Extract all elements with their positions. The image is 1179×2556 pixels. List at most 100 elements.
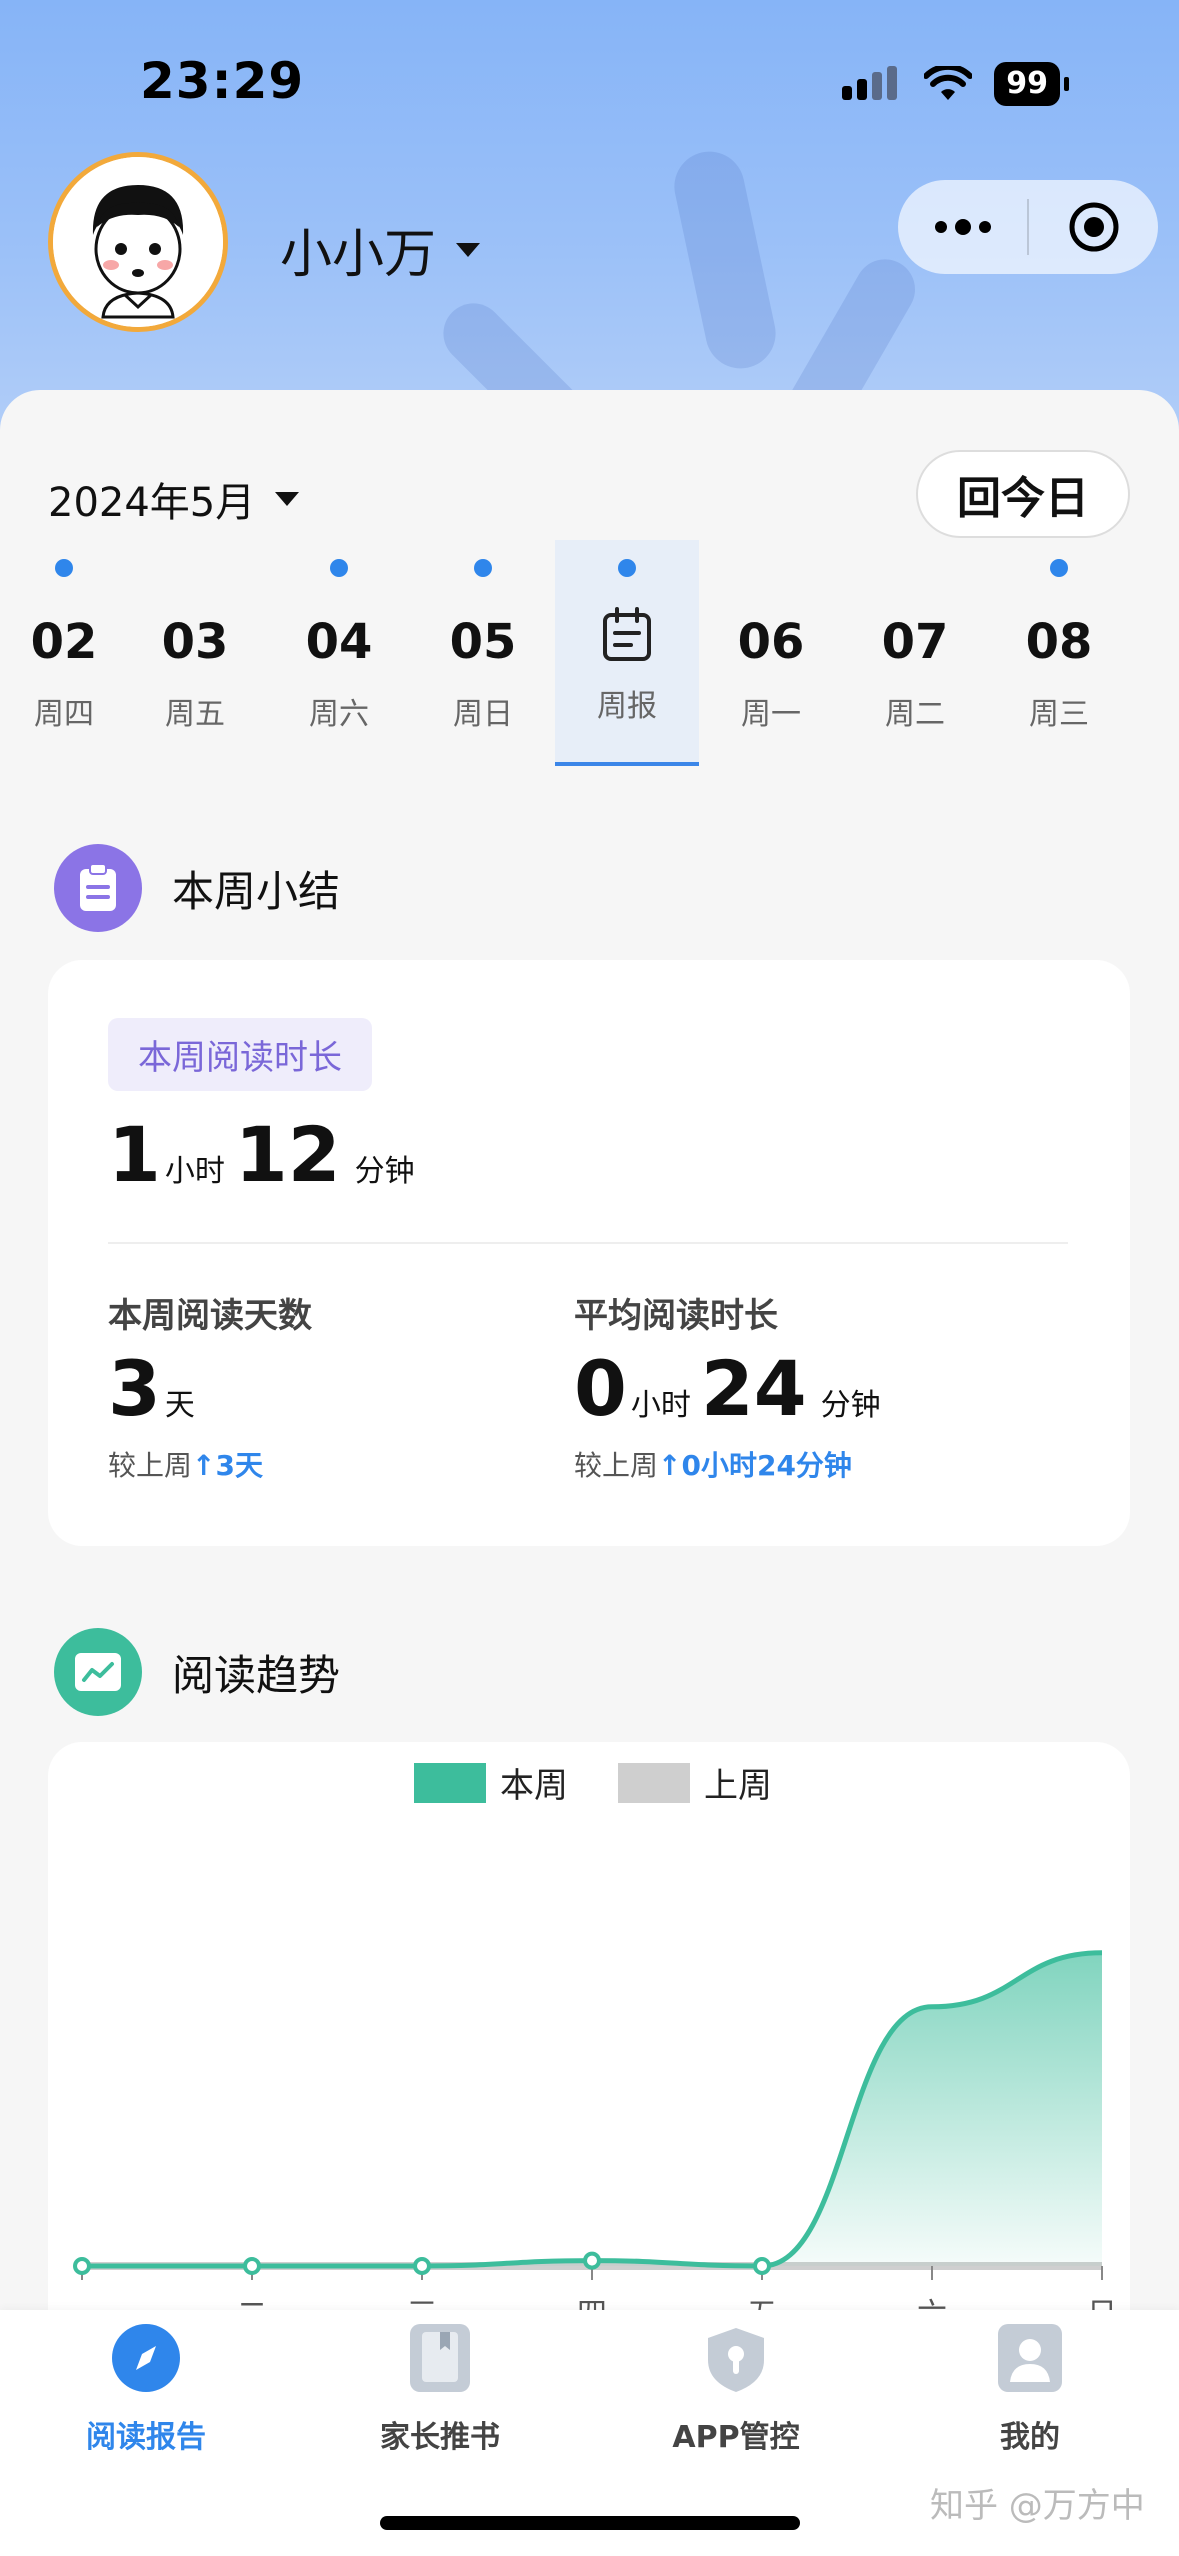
- avg-hours-unit: 小时: [630, 1388, 691, 1423]
- day-weekday: 周日: [453, 697, 513, 732]
- days-compare: 较上周↑3天: [108, 1444, 263, 1484]
- trend-chart-icon: [54, 1628, 142, 1716]
- battery-tip: [1064, 77, 1069, 91]
- has-record-dot: [474, 559, 492, 577]
- has-record-dot: [618, 559, 636, 577]
- avg-reading-label: 平均阅读时长: [574, 1296, 778, 1336]
- day-number: 04: [305, 614, 373, 670]
- day-item[interactable]: 03 周五: [123, 540, 267, 762]
- reading-days: 3 天: [108, 1344, 205, 1433]
- data-point: [413, 2257, 431, 2275]
- hours-unit: 小时: [164, 1154, 225, 1189]
- total-hours: 1: [108, 1110, 161, 1199]
- day-weekday: 周二: [885, 697, 945, 732]
- compass-icon: [112, 2324, 180, 2392]
- trend-chart-card: 本周 上周 一二三四五六日: [48, 1742, 1130, 2342]
- day-weekday: 周六: [309, 697, 369, 732]
- tab-mine[interactable]: 我的: [910, 2324, 1150, 2456]
- child-avatar-icon: [53, 157, 223, 327]
- has-record-dot: [330, 559, 348, 577]
- series-area-this-week: [82, 1952, 1102, 2266]
- avg-minutes: 24: [700, 1344, 807, 1433]
- day-weekday: 周一: [741, 697, 801, 732]
- has-record-dot: [1050, 559, 1068, 577]
- more-button[interactable]: [898, 180, 1027, 274]
- day-weekday: 周四: [34, 697, 94, 732]
- today-button[interactable]: 回今日: [916, 450, 1130, 538]
- avg-hours: 0: [574, 1344, 627, 1433]
- trend-header: 阅读趋势: [54, 1628, 340, 1716]
- day-item[interactable]: 08 周三: [987, 540, 1131, 762]
- day-weekday: 周三: [1029, 697, 1089, 732]
- reading-days-label: 本周阅读天数: [108, 1296, 312, 1336]
- trend-title: 阅读趋势: [172, 1650, 341, 1700]
- avg-minutes-unit: 分钟: [820, 1388, 881, 1423]
- battery-icon: 99: [994, 62, 1060, 106]
- day-item[interactable]: 04 周六: [267, 540, 411, 762]
- wifi-icon: [924, 66, 973, 100]
- day-number: 08: [1025, 614, 1093, 670]
- day-item[interactable]: 02 周四: [0, 540, 136, 762]
- target-icon: [1069, 202, 1118, 252]
- summary-header: 本周小结: [54, 844, 340, 932]
- compare-prefix: 较上周: [108, 1449, 193, 1482]
- day-item[interactable]: 07 周二: [843, 540, 987, 762]
- summary-card: 本周阅读时长 1 小时 12 分钟 本周阅读天数 3 天 较上周↑3天 平均阅读…: [48, 960, 1130, 1546]
- tab-label: 家长推书: [380, 2420, 500, 2455]
- more-dots-icon: [934, 219, 991, 235]
- tab-reading-report[interactable]: 阅读报告: [26, 2324, 266, 2456]
- reading-time-tag: 本周阅读时长: [108, 1018, 372, 1091]
- avg-compare: 较上周↑0小时24分钟: [574, 1444, 852, 1484]
- data-point: [73, 2257, 91, 2275]
- status-time: 23:29: [140, 52, 305, 110]
- minutes-unit: 分钟: [354, 1154, 415, 1189]
- month-label: 2024年5月: [48, 480, 256, 526]
- miniapp-capsule: [898, 180, 1158, 274]
- day-number: 02: [30, 614, 98, 670]
- data-point: [753, 2257, 771, 2275]
- compare-value: ↑0小时24分钟: [658, 1449, 852, 1482]
- trend-chart: 一二三四五六日: [67, 1950, 1117, 2332]
- compare-value: ↑3天: [192, 1449, 263, 1482]
- user-icon: [998, 2324, 1062, 2392]
- caret-down-icon: [275, 492, 300, 506]
- shield-lock-icon: [702, 2324, 770, 2392]
- caret-down-icon: [456, 242, 481, 257]
- day-weekday: 周报: [597, 689, 657, 724]
- data-point: [243, 2257, 261, 2275]
- month-picker[interactable]: 2024年5月: [48, 470, 300, 528]
- summary-title: 本周小结: [172, 866, 341, 916]
- book-icon: [410, 2324, 470, 2392]
- status-icons: 99: [840, 62, 1069, 106]
- compare-prefix: 较上周: [574, 1449, 659, 1482]
- day-number: 05: [449, 614, 517, 670]
- has-record-dot: [55, 559, 73, 577]
- calendar-icon: [555, 607, 699, 667]
- data-point: [583, 2251, 601, 2270]
- clipboard-icon: [54, 844, 142, 932]
- total-reading-time: 1 小时 12 分钟: [108, 1110, 425, 1199]
- day-number: 03: [161, 614, 229, 670]
- tab-parent-recommend[interactable]: 家长推书: [320, 2324, 560, 2456]
- signal-icon: [842, 66, 898, 100]
- home-indicator[interactable]: [380, 2516, 800, 2530]
- avatar[interactable]: [48, 152, 228, 332]
- close-miniapp-button[interactable]: [1029, 180, 1158, 274]
- avg-reading-time: 0 小时 24 分钟: [574, 1344, 891, 1433]
- tab-label: APP管控: [672, 2420, 800, 2455]
- days-value: 3: [108, 1344, 161, 1433]
- user-name: 小小万: [280, 225, 437, 285]
- user-switcher[interactable]: 小小万: [280, 212, 481, 287]
- tab-app-control[interactable]: APP管控: [616, 2324, 856, 2456]
- weekly-report-tab[interactable]: 周报: [555, 540, 699, 766]
- day-number: 07: [881, 614, 949, 670]
- divider: [108, 1242, 1068, 1244]
- day-item[interactable]: 05 周日: [411, 540, 555, 762]
- days-unit: 天: [164, 1388, 195, 1423]
- day-item[interactable]: 06 周一: [699, 540, 843, 762]
- day-strip: 02 周四 03 周五 04 周六 05 周日 周报 06 周一 07 周二 0…: [0, 540, 1179, 770]
- total-minutes: 12: [234, 1110, 341, 1199]
- tab-label: 阅读报告: [86, 2420, 206, 2455]
- day-number: 06: [737, 614, 805, 670]
- day-weekday: 周五: [165, 697, 225, 732]
